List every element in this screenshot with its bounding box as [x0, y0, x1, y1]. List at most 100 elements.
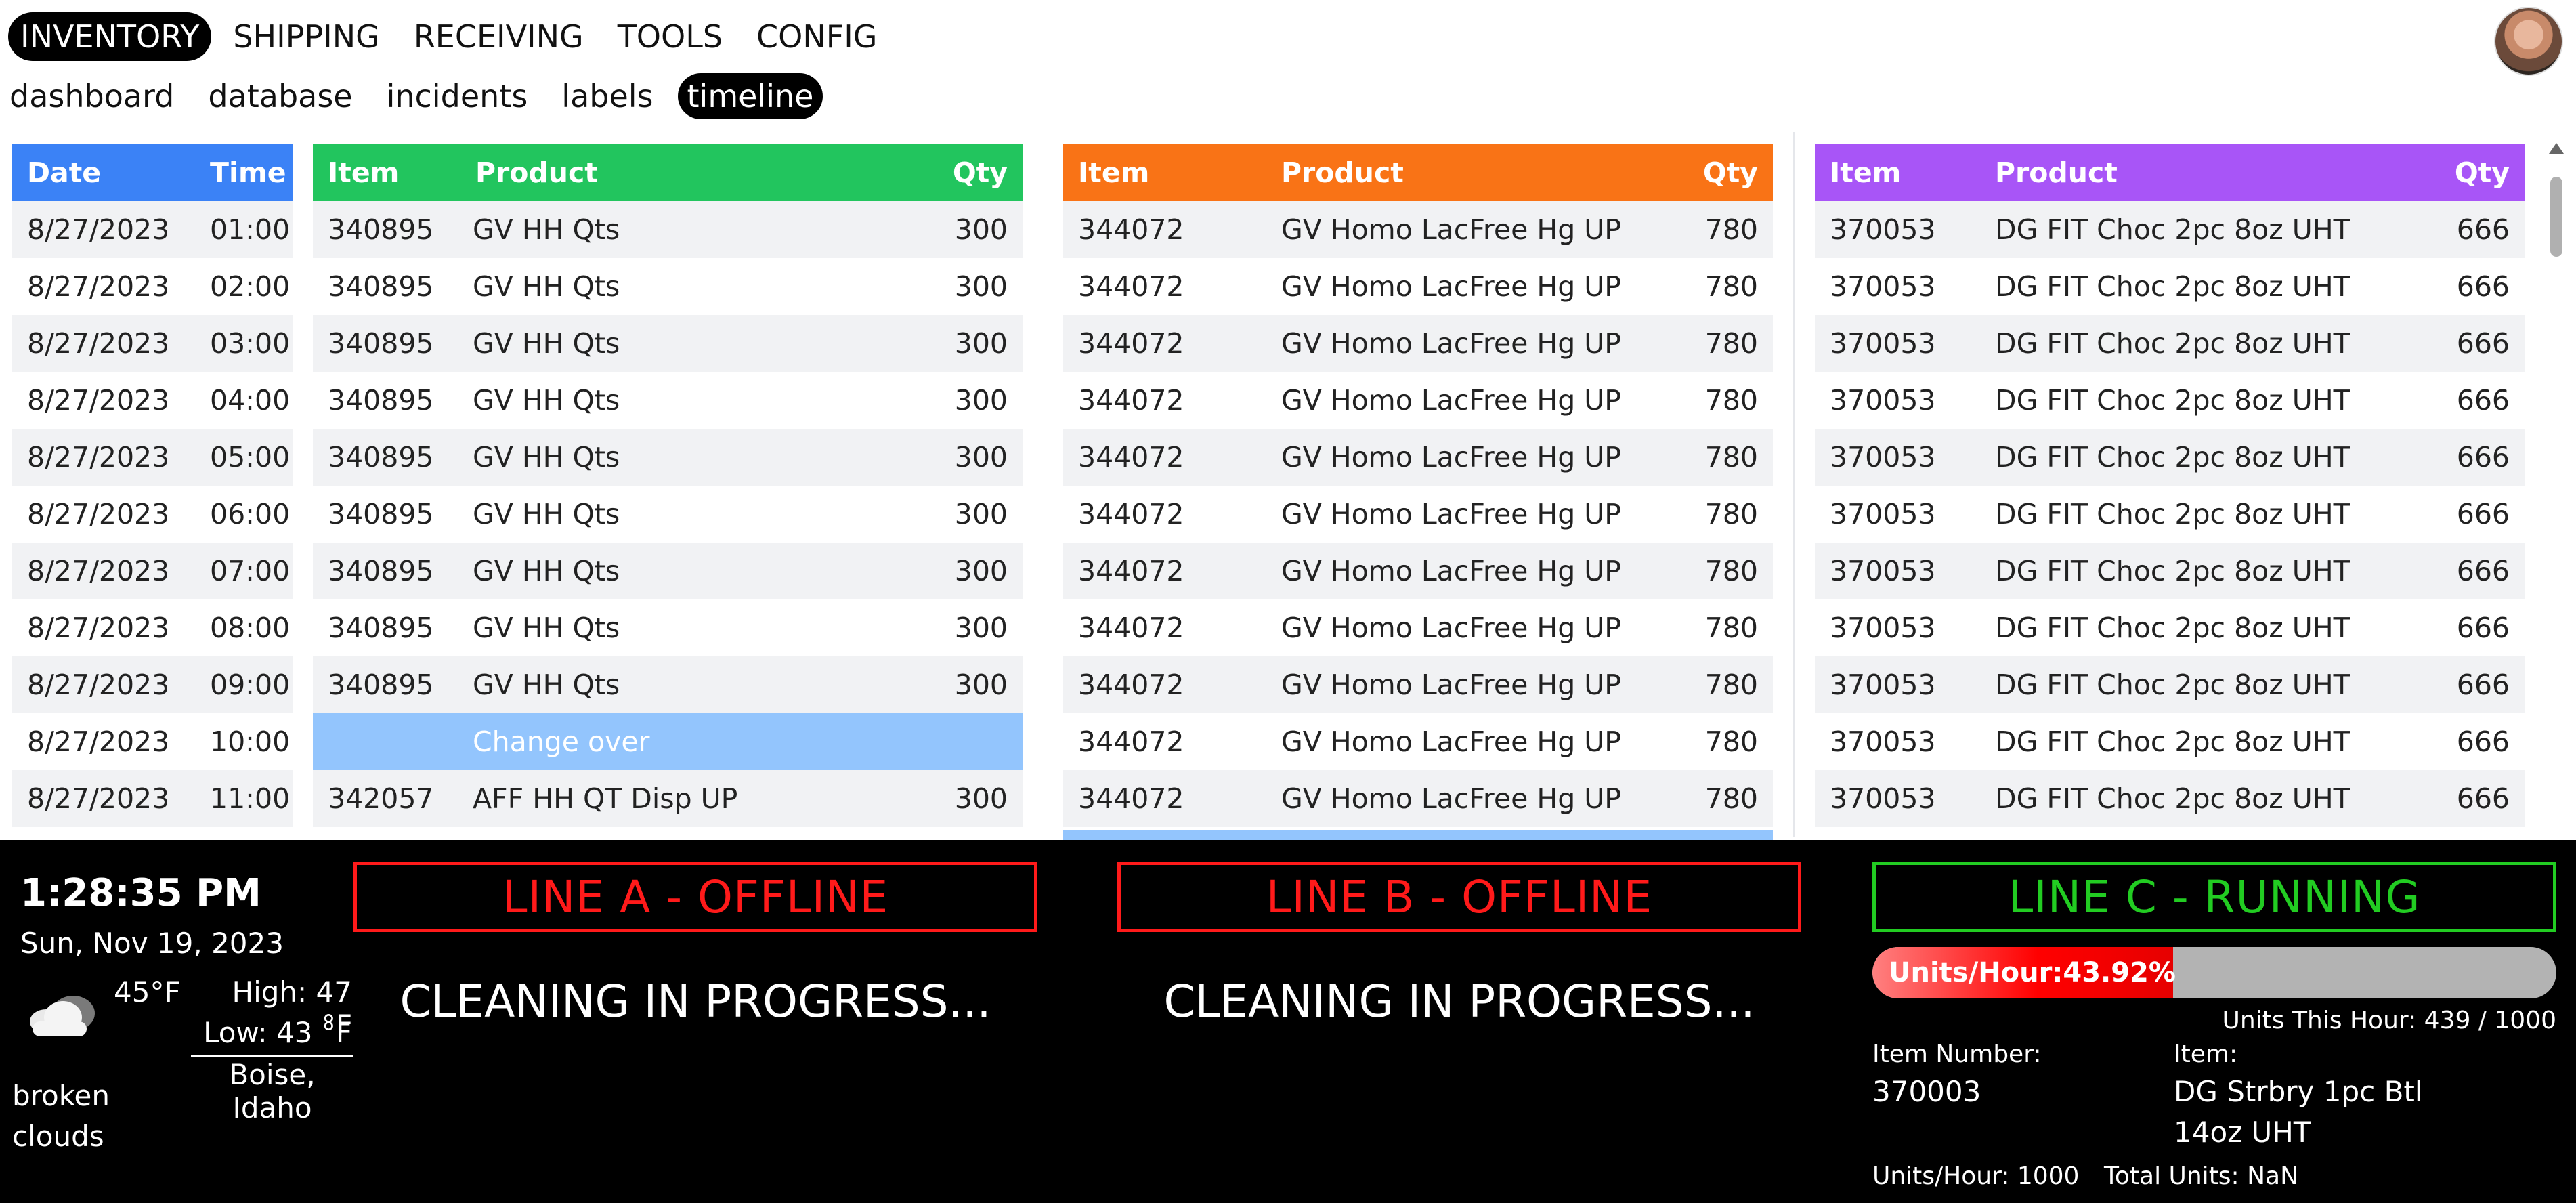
line-a-table: Item Product Qty 340895 GV HH Qts 300 34089…: [313, 144, 1023, 827]
column-header-product: Product: [1980, 144, 2416, 201]
cell-qty: 300: [894, 201, 1023, 258]
cell-time: 06:00: [195, 486, 293, 543]
table-row: 370053 DG FIT Choc 2pc 8oz UHT 666: [1815, 770, 2525, 827]
table-row: 8/27/2023 02:00: [12, 258, 293, 315]
cell-product: GV Homo LacFree Hg UP: [1266, 429, 1665, 486]
cell-item: 370053: [1815, 372, 1980, 429]
cell-time: 10:00: [195, 713, 293, 770]
tab-database[interactable]: database: [198, 73, 362, 119]
table-row: 342057 AFF HH QT Disp UP 300: [313, 770, 1023, 827]
cell-date: 8/27/2023: [12, 372, 195, 429]
cell-time: 11:00: [195, 770, 293, 827]
cell-item: 370053: [1815, 486, 1980, 543]
column-header-time: Time: [195, 144, 293, 201]
table-row: Change over: [313, 713, 1023, 770]
cell-product: DG FIT Choc 2pc 8oz UHT: [1980, 656, 2416, 713]
cell-product: GV HH Qts: [458, 599, 894, 656]
cell-qty: 300: [894, 486, 1023, 543]
cell-date: 8/27/2023: [12, 315, 195, 372]
table-row: 370053 DG FIT Choc 2pc 8oz UHT 666: [1815, 486, 2525, 543]
cell-qty: 666: [2416, 543, 2525, 599]
cell-item: 340895: [313, 656, 458, 713]
nav-tools[interactable]: TOOLS: [605, 12, 735, 61]
cell-qty: 666: [2416, 656, 2525, 713]
cell-item: 344072: [1063, 770, 1266, 827]
nav-config[interactable]: CONFIG: [744, 12, 889, 61]
cell-time: 01:00: [195, 201, 293, 258]
cell-time: 05:00: [195, 429, 293, 486]
column-header-item: Item: [1063, 144, 1266, 201]
cell-item: 340895: [313, 543, 458, 599]
table-row: 370053 DG FIT Choc 2pc 8oz UHT 666: [1815, 201, 2525, 258]
column-header-qty: Qty: [2416, 144, 2525, 201]
table-row: 8/27/2023 01:00: [12, 201, 293, 258]
table-row: 8/27/2023 08:00: [12, 599, 293, 656]
nav-inventory[interactable]: INVENTORY: [8, 12, 212, 61]
cell-product: GV HH Qts: [458, 486, 894, 543]
cell-product: DG FIT Choc 2pc 8oz UHT: [1980, 315, 2416, 372]
nav-shipping[interactable]: SHIPPING: [221, 12, 391, 61]
cell-product: DG FIT Choc 2pc 8oz UHT: [1980, 543, 2416, 599]
cell-qty: 780: [1665, 315, 1773, 372]
scroll-up-arrow-icon[interactable]: [2549, 143, 2564, 154]
column-header-product: Product: [458, 144, 894, 201]
cell-qty: 666: [2416, 372, 2525, 429]
cell-qty: 666: [2416, 429, 2525, 486]
table-row: 344072 GV Homo LacFree Hg UP 780: [1063, 201, 1773, 258]
weather-description: broken clouds: [12, 1079, 110, 1153]
cell-item: 344072: [1063, 258, 1266, 315]
cell-item: 370053: [1815, 201, 1980, 258]
tab-dashboard[interactable]: dashboard: [0, 73, 184, 119]
column-header-item: Item: [1815, 144, 1980, 201]
cell-qty: 780: [1665, 372, 1773, 429]
cell-item: 370053: [1815, 543, 1980, 599]
status-panel: 1:28:35 PM Sun, Nov 19, 2023 45°F High: …: [0, 840, 2576, 1203]
table-row: 344072 GV Homo LacFree Hg UP 780: [1063, 770, 1773, 827]
table-row: 8/27/2023 05:00: [12, 429, 293, 486]
cell-product: DG FIT Choc 2pc 8oz UHT: [1980, 486, 2416, 543]
cell-product: DG FIT Choc 2pc 8oz UHT: [1980, 201, 2416, 258]
scroll-thumb[interactable]: [2550, 177, 2562, 257]
cell-qty: 780: [1665, 429, 1773, 486]
table-row: 370053 DG FIT Choc 2pc 8oz UHT 666: [1815, 429, 2525, 486]
cell-product: GV Homo LacFree Hg UP: [1266, 315, 1665, 372]
table-row: 8/27/2023 03:00: [12, 315, 293, 372]
cell-qty: 300: [894, 599, 1023, 656]
table-row: 340895 GV HH Qts 300: [313, 656, 1023, 713]
cell-product: GV Homo LacFree Hg UP: [1266, 656, 1665, 713]
tab-labels[interactable]: labels: [552, 73, 662, 119]
table-row: 344072 GV Homo LacFree Hg UP 780: [1063, 486, 1773, 543]
table-row: 370053 DG FIT Choc 2pc 8oz UHT 666: [1815, 656, 2525, 713]
line-c-table: Item Product Qty 370053 DG FIT Choc 2pc 8…: [1815, 144, 2525, 827]
table-row: 8/27/2023 04:00: [12, 372, 293, 429]
cell-date: 8/27/2023: [12, 599, 195, 656]
column-header-qty: Qty: [894, 144, 1023, 201]
units-this-hour: Units This Hour: 439 / 1000: [2222, 1007, 2557, 1034]
cell-qty: 300: [894, 315, 1023, 372]
cell-time: 04:00: [195, 372, 293, 429]
item-number-label: Item Number:: [1872, 1040, 2042, 1068]
scrollbar[interactable]: [2546, 139, 2567, 837]
nav-receiving[interactable]: RECEIVING: [402, 12, 596, 61]
cell-product: GV HH Qts: [458, 372, 894, 429]
tab-timeline[interactable]: timeline: [677, 73, 823, 119]
tab-incidents[interactable]: incidents: [377, 73, 538, 119]
cell-qty: 666: [2416, 713, 2525, 770]
cell-qty: 300: [894, 429, 1023, 486]
avatar[interactable]: [2494, 7, 2563, 76]
cell-date: 8/27/2023: [12, 656, 195, 713]
cell-product: DG FIT Choc 2pc 8oz UHT: [1980, 258, 2416, 315]
table-row: 370053 DG FIT Choc 2pc 8oz UHT 666: [1815, 543, 2525, 599]
cell-item: [313, 713, 458, 770]
cell-item: 344072: [1063, 713, 1266, 770]
table-row: 344072 GV Homo LacFree Hg UP 780: [1063, 599, 1773, 656]
table-row: 344072 GV Homo LacFree Hg UP 780: [1063, 315, 1773, 372]
cell-qty: 300: [894, 770, 1023, 827]
cell-product: DG FIT Choc 2pc 8oz UHT: [1980, 770, 2416, 827]
cell-item: 344072: [1063, 656, 1266, 713]
line-a-status-box: LINE A - OFFLINE: [353, 862, 1037, 932]
primary-nav: INVENTORY SHIPPING RECEIVING TOOLS CONFI…: [8, 11, 899, 62]
cell-product: DG FIT Choc 2pc 8oz UHT: [1980, 429, 2416, 486]
cell-qty: 780: [1665, 770, 1773, 827]
cell-item: 340895: [313, 201, 458, 258]
